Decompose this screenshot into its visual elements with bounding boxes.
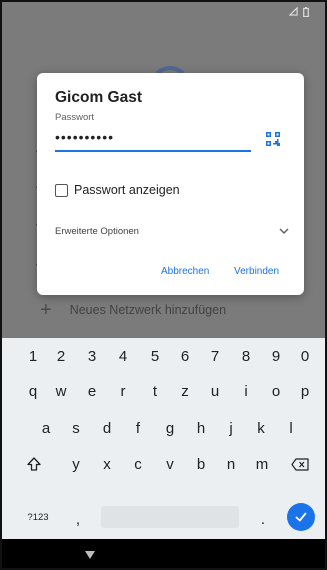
shift-key[interactable] bbox=[23, 449, 45, 479]
keyboard-row-3: y x c v b n m bbox=[2, 449, 325, 485]
key-p[interactable]: p bbox=[295, 376, 315, 406]
wifi-password-dialog: Gicom Gast Passwort •••••••••• Passwort … bbox=[37, 73, 304, 295]
qr-code-scan-icon[interactable] bbox=[265, 131, 281, 147]
key-j[interactable]: j bbox=[221, 413, 241, 443]
key-g[interactable]: g bbox=[160, 413, 180, 443]
show-password-toggle[interactable]: Passwort anzeigen bbox=[55, 183, 180, 197]
key-s[interactable]: s bbox=[66, 413, 86, 443]
on-screen-keyboard: 1 2 3 4 5 6 7 8 9 0 q w e r t z u i o p … bbox=[2, 338, 325, 539]
enter-key[interactable] bbox=[287, 503, 315, 531]
key-3[interactable]: 3 bbox=[82, 341, 102, 371]
advanced-options-label: Erweiterte Optionen bbox=[55, 225, 139, 237]
key-4[interactable]: 4 bbox=[113, 341, 133, 371]
key-l[interactable]: l bbox=[281, 413, 301, 443]
cancel-button[interactable]: Abbrechen bbox=[161, 266, 209, 277]
status-icons bbox=[289, 7, 309, 17]
key-b[interactable]: b bbox=[191, 449, 211, 479]
key-0[interactable]: 0 bbox=[295, 341, 315, 371]
space-bar[interactable] bbox=[101, 506, 239, 528]
key-y[interactable]: y bbox=[66, 449, 86, 479]
advanced-options-row[interactable]: Erweiterte Optionen bbox=[55, 223, 289, 239]
key-o[interactable]: o bbox=[266, 376, 286, 406]
keyboard-row-1: q w e r t z u i o p bbox=[2, 376, 325, 412]
key-k[interactable]: k bbox=[251, 413, 271, 443]
plus-icon: + bbox=[40, 299, 52, 321]
key-x[interactable]: x bbox=[97, 449, 117, 479]
key-i[interactable]: i bbox=[236, 376, 256, 406]
key-m[interactable]: m bbox=[251, 449, 273, 479]
key-z[interactable]: z bbox=[175, 376, 195, 406]
symbols-key[interactable]: ?123 bbox=[25, 502, 51, 532]
key-7[interactable]: 7 bbox=[205, 341, 225, 371]
backspace-key[interactable] bbox=[288, 449, 312, 479]
key-8[interactable]: 8 bbox=[236, 341, 256, 371]
add-network-row[interactable]: + Neues Netzwerk hinzufügen bbox=[40, 300, 226, 320]
keyboard-hide-icon[interactable] bbox=[84, 550, 96, 560]
show-password-checkbox[interactable] bbox=[55, 183, 68, 197]
chevron-down-icon bbox=[279, 228, 289, 235]
key-f[interactable]: f bbox=[128, 413, 148, 443]
navigation-bar bbox=[2, 539, 325, 568]
backspace-icon bbox=[291, 457, 309, 471]
battery-icon bbox=[303, 7, 309, 17]
key-2[interactable]: 2 bbox=[51, 341, 71, 371]
key-9[interactable]: 9 bbox=[266, 341, 286, 371]
key-v[interactable]: v bbox=[160, 449, 180, 479]
keyboard-number-row: 1 2 3 4 5 6 7 8 9 0 bbox=[2, 341, 325, 377]
key-5[interactable]: 5 bbox=[145, 341, 165, 371]
password-field[interactable]: •••••••••• bbox=[55, 130, 251, 148]
status-bar bbox=[2, 2, 325, 26]
password-label: Passwort bbox=[55, 112, 95, 123]
period-key[interactable]: . bbox=[257, 504, 269, 534]
key-c[interactable]: c bbox=[128, 449, 148, 479]
password-field-underline bbox=[55, 150, 251, 152]
key-a[interactable]: a bbox=[36, 413, 56, 443]
key-e[interactable]: e bbox=[82, 376, 102, 406]
shift-icon bbox=[27, 457, 41, 471]
key-d[interactable]: d bbox=[97, 413, 117, 443]
key-h[interactable]: h bbox=[191, 413, 211, 443]
key-u[interactable]: u bbox=[205, 376, 225, 406]
connect-button[interactable]: Verbinden bbox=[234, 266, 279, 277]
key-q[interactable]: q bbox=[23, 376, 43, 406]
comma-key[interactable]: , bbox=[72, 504, 84, 534]
show-password-label: Passwort anzeigen bbox=[74, 183, 180, 197]
key-1[interactable]: 1 bbox=[23, 341, 43, 371]
keyboard-row-2: a s d f g h j k l bbox=[2, 413, 325, 449]
key-t[interactable]: t bbox=[145, 376, 165, 406]
dialog-title: Gicom Gast bbox=[55, 89, 142, 106]
checkmark-icon bbox=[295, 512, 307, 522]
add-network-label: Neues Netzwerk hinzufügen bbox=[69, 303, 227, 317]
key-w[interactable]: w bbox=[51, 376, 71, 406]
phone-screen: + Neues Netzwerk hinzufügen Gicom Gast P… bbox=[0, 0, 327, 570]
key-6[interactable]: 6 bbox=[175, 341, 195, 371]
key-n[interactable]: n bbox=[221, 449, 241, 479]
signal-icon bbox=[289, 7, 298, 16]
key-r[interactable]: r bbox=[113, 376, 133, 406]
